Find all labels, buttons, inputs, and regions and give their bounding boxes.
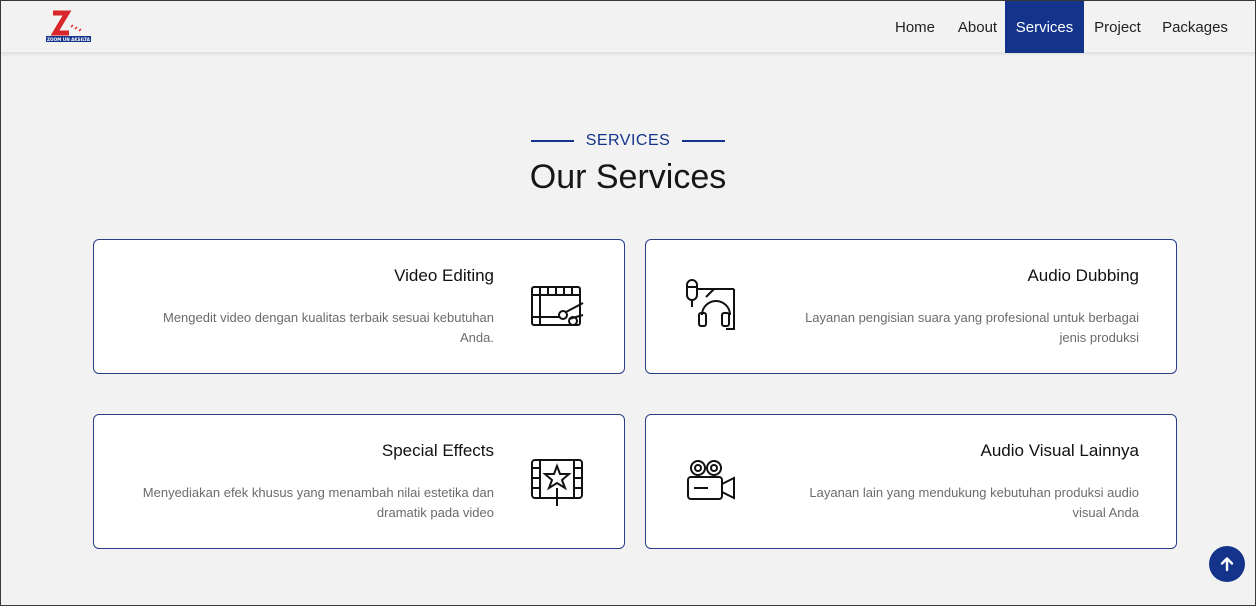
- arrow-up-icon: [1220, 557, 1234, 572]
- section-label-left-line: [530, 140, 574, 142]
- nav-project[interactable]: Project: [1084, 1, 1151, 53]
- zoom-logo-icon: ZOOM UN AKSILTA: [46, 10, 91, 42]
- main-nav: Home About Services Project Packages: [880, 1, 1255, 53]
- service-title: Special Effects: [381, 441, 494, 460]
- service-title: Video Editing: [394, 266, 494, 285]
- scroll-to-top-button[interactable]: [1209, 546, 1245, 582]
- navbar: ZOOM UN AKSILTA Home About Services Proj…: [1, 1, 1255, 53]
- service-card-video-editing[interactable]: Video Editing Mengedit video dengan kual…: [93, 239, 625, 374]
- nav-about[interactable]: About: [950, 1, 1005, 53]
- service-card-audio-dubbing[interactable]: Audio Dubbing Layanan pengisian suara ya…: [645, 239, 1177, 374]
- video-editing-icon: [531, 286, 584, 326]
- nav-home[interactable]: Home: [880, 1, 950, 53]
- nav-services[interactable]: Services: [1005, 1, 1084, 53]
- section-label-text: SERVICES: [585, 132, 671, 149]
- movie-camera-icon: [687, 460, 735, 500]
- section-label-right-line: [682, 140, 726, 142]
- section-label: SERVICES: [1, 132, 1255, 150]
- service-card-special-effects[interactable]: Special Effects Menyediakan efek khusus …: [93, 414, 625, 549]
- brand-logo[interactable]: ZOOM UN AKSILTA: [45, 9, 95, 45]
- audio-dubbing-icon: [686, 279, 735, 330]
- service-description: Layanan pengisian suara yang profesional…: [805, 310, 1139, 345]
- special-effects-icon: [531, 459, 583, 506]
- service-title: Audio Visual Lainnya: [980, 441, 1139, 460]
- service-title: Audio Dubbing: [1027, 266, 1139, 285]
- nav-packages[interactable]: Packages: [1151, 1, 1239, 53]
- service-card-audio-visual[interactable]: Audio Visual Lainnya Layanan lain yang m…: [645, 414, 1177, 549]
- logo-tagline: ZOOM UN AKSILTA: [47, 37, 91, 42]
- service-description: Layanan lain yang mendukung kebutuhan pr…: [809, 485, 1139, 520]
- section-title: Our Services: [529, 158, 727, 196]
- service-description: Menyediakan efek khusus yang menambah ni…: [142, 485, 494, 520]
- service-description: Mengedit video dengan kualitas terbaik s…: [162, 310, 494, 345]
